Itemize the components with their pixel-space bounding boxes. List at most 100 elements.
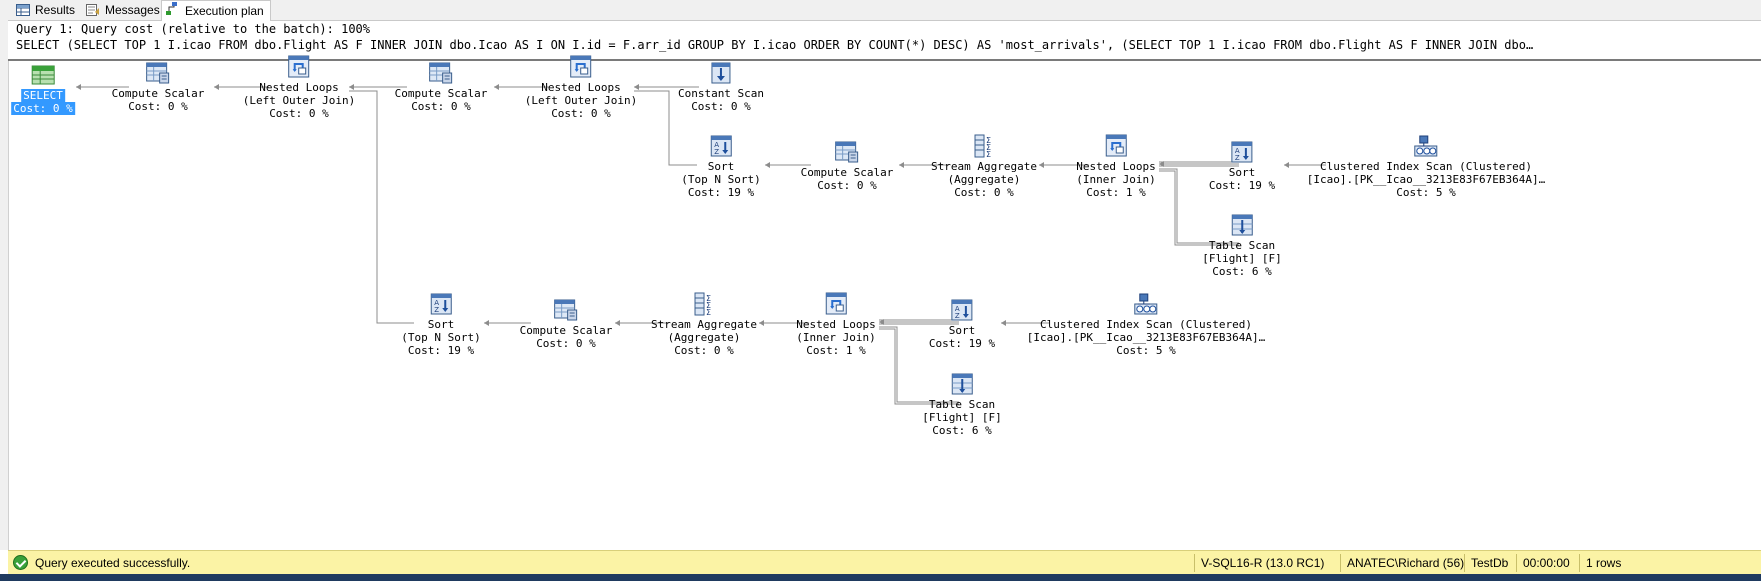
plan-node-cost: Cost: 0 %: [269, 107, 329, 120]
plan-node-detail: (Top N Sort): [401, 331, 481, 344]
status-divider: [1516, 554, 1517, 572]
plan-node-detail: (Top N Sort): [681, 173, 761, 186]
plan-node-label: Sort: [707, 160, 735, 173]
plan-node-cost: Cost: 19 %: [1208, 179, 1276, 192]
plan-node-label: Nested Loops: [541, 81, 621, 94]
plan-node-label: Table Scan: [928, 398, 996, 411]
compute-scalar-icon: [834, 140, 860, 164]
compute-scalar-icon: [428, 61, 454, 85]
plan-node-detail: (Inner Join): [796, 331, 876, 344]
plan-node-sort[interactable]: AZ Sort (Top N Sort) Cost: 19 %: [681, 134, 761, 199]
plan-node-detail: (Left Outer Join): [242, 94, 356, 107]
status-divider: [1194, 554, 1195, 572]
plan-node-cost: Cost: 1 %: [1086, 186, 1146, 199]
plan-node-object: [Icao].[PK__Icao__3213E83F67EB364A]…: [1306, 173, 1546, 186]
plan-node-label: Nested Loops: [1076, 160, 1156, 173]
plan-node-cost: Cost: 0 %: [411, 100, 471, 113]
status-divider: [1464, 554, 1465, 572]
stream-aggregate-icon: ΣΣΣ: [691, 292, 717, 317]
plan-node-object: [Flight] [F]: [1202, 252, 1282, 265]
status-rows: 1 rows: [1586, 556, 1622, 570]
plan-node-label: SELECT: [21, 89, 65, 102]
plan-node-cost: Cost: 19 %: [687, 186, 755, 199]
nested-loops-icon: [823, 292, 849, 316]
plan-node-detail: (Inner Join): [1076, 173, 1156, 186]
tab-results[interactable]: Results: [12, 1, 81, 19]
query-text-line[interactable]: SELECT (SELECT TOP 1 I.icao FROM dbo.Fli…: [8, 37, 1761, 53]
tab-messages-label: Messages: [105, 3, 160, 17]
table-scan-icon: [1229, 213, 1255, 237]
plan-node-sort[interactable]: AZ Sort Cost: 19 %: [929, 298, 995, 350]
plan-node-constant-scan[interactable]: Constant Scan Cost: 0 %: [678, 61, 764, 113]
plan-node-table-scan[interactable]: Table Scan [Flight] [F] Cost: 6 %: [1202, 213, 1282, 278]
svg-text:Z: Z: [434, 306, 439, 314]
plan-node-label: Table Scan: [1208, 239, 1276, 252]
plan-node-table-scan[interactable]: Table Scan [Flight] [F] Cost: 6 %: [922, 372, 1002, 437]
plan-node-label: Clustered Index Scan (Clustered): [1040, 318, 1252, 331]
sort-icon: AZ: [1229, 140, 1255, 164]
plan-node-nested-loops[interactable]: Nested Loops (Left Outer Join) Cost: 0 %: [525, 55, 637, 120]
result-tabs: Results Messages Execution plan: [0, 0, 1761, 21]
plan-node-sort[interactable]: AZ Sort Cost: 19 %: [1209, 140, 1275, 192]
status-divider: [1340, 554, 1341, 572]
execution-plan-icon: [166, 2, 180, 17]
sort-icon: AZ: [949, 298, 975, 322]
plan-node-cost: Cost: 0 %: [551, 107, 611, 120]
plan-node-compute-scalar[interactable]: Compute Scalar Cost: 0 %: [112, 61, 204, 113]
svg-text:Z: Z: [1235, 154, 1240, 162]
plan-node-label: Compute Scalar: [800, 166, 894, 179]
query-window: Results Messages Execution plan Query 1:…: [0, 0, 1761, 581]
plan-node-label: Nested Loops: [796, 318, 876, 331]
grid-icon: [16, 4, 30, 16]
compute-scalar-icon: [145, 61, 171, 85]
status-server: V-SQL16-R (13.0 RC1): [1201, 556, 1325, 570]
nested-loops-icon: [568, 55, 594, 79]
plan-node-cost: Cost: 0 %: [817, 179, 877, 192]
constant-scan-icon: [708, 61, 734, 85]
nested-loops-icon: [286, 55, 312, 79]
svg-text:Z: Z: [714, 148, 719, 156]
tab-messages[interactable]: Messages: [82, 1, 166, 19]
table-scan-icon: [949, 372, 975, 396]
status-elapsed: 00:00:00: [1523, 556, 1570, 570]
plan-node-label: Stream Aggregate: [651, 318, 757, 331]
plan-node-nested-loops[interactable]: Nested Loops (Inner Join) Cost: 1 %: [1076, 134, 1156, 199]
query-cost-line: Query 1: Query cost (relative to the bat…: [16, 22, 371, 36]
plan-node-compute-scalar[interactable]: Compute Scalar Cost: 0 %: [800, 140, 894, 192]
svg-text:Z: Z: [955, 312, 960, 320]
window-border: [0, 574, 1761, 581]
plan-node-select[interactable]: SELECT Cost: 0 %: [11, 63, 75, 115]
sort-icon: AZ: [708, 134, 734, 158]
plan-node-label: Sort: [427, 318, 455, 331]
plan-node-sort[interactable]: AZ Sort (Top N Sort) Cost: 19 %: [401, 292, 481, 357]
status-database: TestDb: [1471, 556, 1509, 570]
tab-execution-plan-label: Execution plan: [185, 4, 264, 18]
plan-node-nested-loops[interactable]: Nested Loops (Inner Join) Cost: 1 %: [796, 292, 876, 357]
connector-sort-c-nl1: [349, 90, 414, 324]
plan-node-object: [Flight] [F]: [922, 411, 1002, 424]
plan-node-nested-loops[interactable]: Nested Loops (Left Outer Join) Cost: 0 %: [242, 55, 356, 120]
tab-results-label: Results: [35, 3, 76, 17]
plan-node-compute-scalar[interactable]: Compute Scalar Cost: 0 %: [394, 61, 488, 113]
plan-node-clustered-index-scan[interactable]: Clustered Index Scan (Clustered) [Icao].…: [1307, 134, 1545, 199]
svg-text:Σ: Σ: [706, 308, 711, 316]
status-user: ANATEC\Richard (56): [1347, 556, 1465, 570]
plan-node-stream-aggregate[interactable]: ΣΣΣ Stream Aggregate (Aggregate) Cost: 0…: [931, 134, 1037, 199]
plan-node-clustered-index-scan[interactable]: Clustered Index Scan (Clustered) [Icao].…: [1027, 292, 1265, 357]
plan-node-label: Clustered Index Scan (Clustered): [1320, 160, 1532, 173]
plan-node-cost: Cost: 0 %: [11, 102, 75, 115]
stream-aggregate-icon: ΣΣΣ: [971, 134, 997, 159]
plan-node-compute-scalar[interactable]: Compute Scalar Cost: 0 %: [520, 298, 612, 350]
plan-node-cost: Cost: 0 %: [674, 344, 734, 357]
clustered-index-scan-icon: [1413, 134, 1439, 158]
plan-node-label: Compute Scalar: [394, 87, 488, 100]
plan-node-cost: Cost: 0 %: [691, 100, 751, 113]
success-check-icon: [13, 555, 28, 570]
plan-node-stream-aggregate[interactable]: ΣΣΣ Stream Aggregate (Aggregate) Cost: 0…: [651, 292, 757, 357]
plan-node-label: Constant Scan: [677, 87, 765, 100]
execution-plan-canvas[interactable]: SELECT Cost: 0 % Compute Scalar Cost: 0 …: [8, 55, 1761, 550]
plan-node-label: Sort: [1228, 166, 1256, 179]
plan-node-detail: (Aggregate): [667, 331, 741, 344]
tab-execution-plan[interactable]: Execution plan: [161, 0, 271, 21]
svg-text:Σ: Σ: [986, 150, 991, 158]
